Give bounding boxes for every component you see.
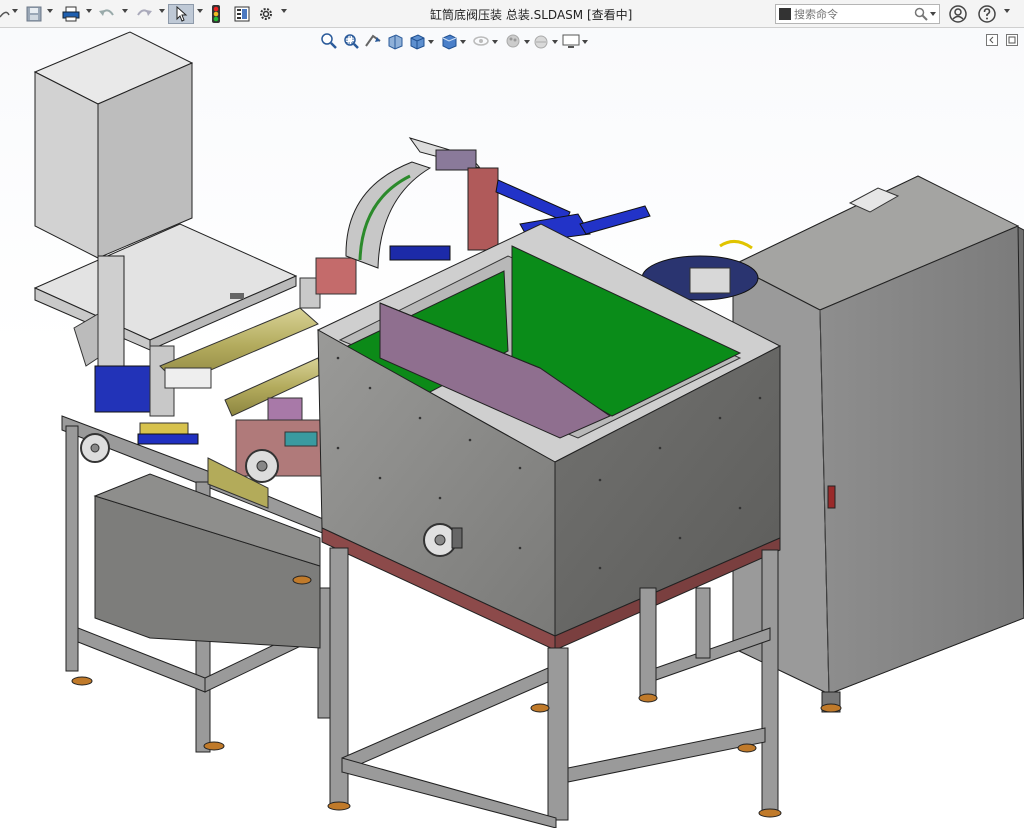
leveling-foot <box>203 741 225 751</box>
options-dropdown-caret[interactable] <box>281 9 287 13</box>
leveling-foot <box>530 703 550 713</box>
undo-icon[interactable] <box>96 4 118 24</box>
cursor-arrow-icon <box>176 6 188 22</box>
feeder-hopper-box[interactable] <box>33 31 194 259</box>
select-button[interactable] <box>168 4 194 24</box>
undo-arrow-dropdown-caret[interactable] <box>122 9 128 13</box>
handwheel-left[interactable] <box>80 433 110 463</box>
leveling-foot <box>638 693 658 703</box>
search-commands-box[interactable] <box>775 4 940 24</box>
command-prompt-icon <box>779 8 791 20</box>
search-icon[interactable] <box>914 7 928 24</box>
redo-dropdown-caret[interactable] <box>159 9 165 13</box>
leveling-foot <box>327 801 351 811</box>
help-icon[interactable] <box>977 4 997 24</box>
graphics-area[interactable] <box>0 28 1024 828</box>
help-dropdown-caret[interactable] <box>1004 9 1010 13</box>
redo-icon[interactable] <box>133 4 155 24</box>
save-dropdown-caret[interactable] <box>47 9 53 13</box>
undo-dropdown-caret[interactable] <box>12 9 18 13</box>
select-dropdown-caret[interactable] <box>197 9 203 13</box>
account-user-icon[interactable] <box>948 4 968 24</box>
undo-partial-icon[interactable] <box>0 4 10 24</box>
cabinet-door-handle[interactable] <box>827 485 836 509</box>
leveling-foot <box>71 676 93 686</box>
save-icon[interactable] <box>24 4 44 24</box>
leveling-foot <box>758 808 782 818</box>
rebuild-traffic-light-icon[interactable] <box>208 4 224 24</box>
handwheel-center[interactable] <box>245 449 279 483</box>
document-title: 缸筒底阀压装 总装.SLDASM [查看中] <box>430 8 633 22</box>
search-dropdown-caret[interactable] <box>930 12 936 16</box>
options-gear-icon[interactable] <box>256 4 276 24</box>
leveling-foot <box>292 575 312 585</box>
leveling-foot <box>737 743 757 753</box>
print-dropdown-caret[interactable] <box>86 9 92 13</box>
print-icon[interactable] <box>60 4 82 24</box>
file-properties-icon[interactable] <box>232 4 252 24</box>
assembly-model[interactable] <box>0 28 1024 828</box>
title-bar: 缸筒底阀压装 总装.SLDASM [查看中] <box>0 0 1024 28</box>
search-input[interactable] <box>794 6 904 22</box>
